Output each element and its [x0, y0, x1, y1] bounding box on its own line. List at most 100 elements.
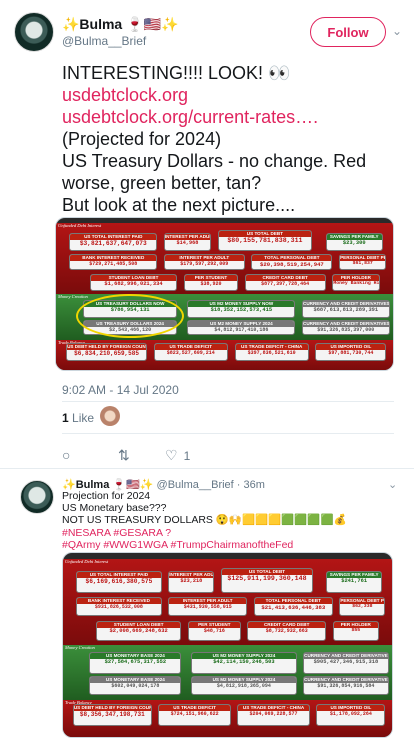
clock-cell-value: $724,151,960,622: [170, 710, 219, 717]
clock-cell-value: $241,761: [341, 578, 368, 585]
clock-cell: CURRENCY AND CREDIT DERIVATIVES NOW$687,…: [302, 300, 390, 319]
clock-cell-value: Money Banking History: [333, 281, 380, 287]
clock-cell-label: US TRADE DEFICIT - CHINA: [238, 704, 309, 711]
clock-cell: US TRADE DEFICIT - CHINA $204,069,228,577: [237, 703, 310, 726]
like-count: 1: [62, 411, 69, 425]
clock-cell-value: $18,352,152,573,415: [210, 307, 273, 314]
clock-cell: SAVINGS PER FAMILY $241,761: [326, 571, 383, 594]
clock-cell-label: US DEBT HELD BY FOREIGN COUNTRIES: [73, 704, 151, 711]
clock-cell: INTEREST PER ADULT$23,218: [168, 571, 215, 594]
clock-cell-value: $55: [351, 628, 361, 634]
tweet-line: US Treasury Dollars - no change. Red wor…: [62, 151, 367, 193]
debt-clock-panel: Unfunded Debt Interest Money Creation Trad…: [56, 218, 393, 370]
clock-cell: US DEBT HELD BY FOREIGN COUNTRIES$6,834,…: [66, 342, 147, 361]
clock-cell: PER HOLDER $55: [332, 621, 379, 642]
clock-cell: US TOTAL DEBT $125,911,199,360,148: [220, 567, 314, 594]
clock-cell-value: $8,356,347,198,731: [79, 710, 145, 718]
clock-cell: US TRADE DEFICIT $724,151,960,622: [158, 703, 231, 726]
clock-cell-value: $23,218: [180, 578, 203, 585]
avatar[interactable]: [20, 480, 54, 514]
clock-cell: BANK INTEREST RECEIVED $729,271,485,508: [69, 254, 158, 270]
clock-cell: BANK INTEREST RECEIVED $931,826,532,008: [76, 597, 162, 616]
clock-cell-value: $6,169,616,380,575: [85, 578, 153, 586]
like-button[interactable]: ♡ 1: [165, 447, 190, 464]
clock-cell-value: $687,613,813,289,391: [313, 307, 379, 314]
tweet-link[interactable]: usdebtclock.org: [62, 84, 402, 106]
tweet-2-text: Projection for 2024 US Monetary base??? …: [62, 490, 402, 551]
clock-cell: US TRADE DEFICIT - CHINA $397,836,521,610: [234, 342, 309, 361]
timestamp[interactable]: 9:02 AM - 14 Jul 2020: [62, 383, 179, 397]
tweet-media-image[interactable]: Unfunded Debt Interest Money Creation Trad…: [55, 217, 394, 371]
clock-cell-value: $3,821,637,647,073: [79, 240, 147, 248]
clock-cell: US IMPORTED OIL $1,178,092,264: [316, 703, 386, 726]
user-handle[interactable]: @Bulma__Brief: [62, 34, 146, 48]
clock-cell-value: $823,527,609,214: [166, 349, 215, 356]
clock-cell-value: $204,069,228,577: [249, 710, 298, 717]
clock-cell: US M2 MONEY SUPPLY 2024 $42,114,150,246,5…: [191, 652, 297, 675]
clock-cell-value: $61,837: [352, 261, 373, 267]
tweet-line: But look at the next picture....: [62, 195, 296, 215]
clock-cell: PER STUDENT $38,920: [184, 274, 238, 291]
divider: [62, 401, 394, 402]
clock-cell-value: $6,834,210,659,585: [74, 349, 139, 357]
retweet-button[interactable]: ⇅: [118, 447, 136, 464]
clock-cell: US DEBT HELD BY FOREIGN COUNTRIES$8,356,…: [72, 703, 152, 726]
reply-button[interactable]: ○: [62, 447, 76, 463]
clock-cell: INTEREST PER ADULT $14,968: [163, 233, 211, 252]
like-label: Like: [72, 411, 95, 425]
clock-cell: CREDIT CARD DEBT $877,397,728,464: [244, 274, 326, 291]
clock-cell: US TOTAL INTEREST PAID $3,821,637,647,073: [69, 233, 158, 252]
clock-cell-value: $397,836,521,610: [247, 349, 296, 356]
section-label: Money Creation: [65, 645, 95, 650]
reply-icon: ○: [62, 447, 71, 463]
clock-cell-value: $729,271,485,508: [89, 261, 138, 268]
clock-cell-value: $4,812,918,365,094: [216, 683, 271, 690]
follow-button[interactable]: Follow: [310, 17, 386, 47]
clock-cell-value: $125,911,199,360,148: [227, 574, 307, 582]
clock-cell: CURRENCY AND CREDIT DERIVATIVES 2024$905…: [303, 652, 389, 675]
clock-cell-value: $4,812,917,410,186: [214, 326, 269, 333]
tweet-divider: [0, 468, 414, 469]
clock-cell-value: $602,049,024,178: [111, 683, 160, 690]
clock-cell: PERSONAL DEBT PER CIT$61,837: [339, 254, 387, 270]
heart-icon: ♡: [165, 447, 178, 463]
clock-cell-label: US TRADE DEFICIT - CHINA: [235, 343, 308, 350]
tweet-2-media-image[interactable]: Unfunded Debt Interest Money Creation Trad…: [62, 552, 393, 738]
clock-cell-value: $20,398,519,254,947: [260, 261, 324, 269]
hashtags[interactable]: #QArmy #WWG1WGA #TrumpChairmanoftheFed: [62, 539, 402, 551]
clock-cell: US M2 MONEY SUPPLY NOW $18,352,152,573,41…: [187, 300, 296, 319]
clock-cell: CURRENCY AND CREDIT DERIVATIVES 2024$91,…: [303, 676, 389, 695]
clock-cell-value: $905,427,346,915,318: [313, 659, 379, 666]
like-summary[interactable]: 1 Like: [62, 411, 94, 425]
clock-cell-value: $179,597,292,009: [180, 261, 229, 268]
clock-cell: CREDIT CARD DEBT $8,732,932,663: [247, 621, 327, 642]
display-name[interactable]: ✨Bulma 🍷🇺🇸✨: [62, 16, 178, 33]
liker-avatar[interactable]: [100, 406, 120, 426]
clock-cell: US TOTAL DEBT $80,155,781,838,311: [217, 230, 313, 252]
avatar[interactable]: [14, 12, 54, 52]
clock-cell: PER HOLDERMoney Banking History: [332, 274, 380, 291]
retweet-icon: ⇅: [118, 447, 130, 463]
clock-cell-value: $48,716: [203, 628, 225, 635]
tweet-line: Projection for 2024: [62, 490, 151, 502]
clock-cell-value: $1,682,996,021,334: [104, 281, 163, 288]
clock-cell: TOTAL PERSONAL DEBT $21,413,636,446,383: [253, 597, 333, 616]
tweet-line: INTERESTING!!!! LOOK! 👀: [62, 63, 291, 83]
clock-cell-value: $42,114,150,246,503: [213, 659, 275, 666]
clock-cell: US TOTAL INTEREST PAID $6,169,616,380,575: [76, 571, 162, 594]
clock-cell: US M2 MONEY SUPPLY 2024 $4,812,917,410,18…: [187, 319, 296, 336]
tweet-header: ✨Bulma 🍷🇺🇸✨ @Bulma__Brief Follow ⌄: [14, 12, 402, 52]
clock-cell-value: $14,968: [176, 240, 199, 247]
section-label: Unfunded Debt Interest: [65, 558, 109, 564]
tweet-line: US Monetary base???: [62, 502, 167, 515]
clock-cell-value: $877,397,728,464: [261, 281, 310, 288]
tweet-link[interactable]: usdebtclock.org/current-rates….: [62, 106, 402, 128]
hashtags[interactable]: #NESARA #GESARA ?: [62, 527, 402, 539]
clock-cell-value: $62,338: [352, 604, 373, 610]
clock-cell-value: $91,326,835,397,000: [317, 326, 375, 333]
clock-cell-label: CURRENCY AND CREDIT DERIVATIVES 2024: [303, 320, 389, 327]
clock-cell-value: $8,732,932,663: [265, 628, 308, 635]
chevron-down-icon[interactable]: ⌄: [392, 24, 402, 38]
clock-cell: CURRENCY AND CREDIT DERIVATIVES 2024$91,…: [302, 319, 390, 336]
clock-cell: TOTAL PERSONAL DEBT $20,398,519,254,947: [251, 254, 333, 270]
